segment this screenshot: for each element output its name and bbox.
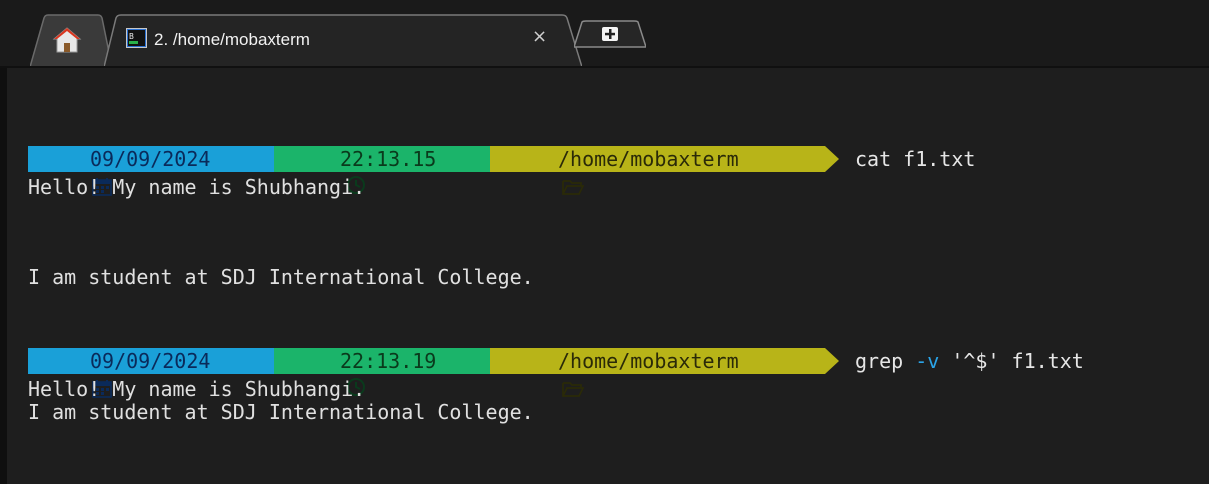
clock-icon bbox=[298, 351, 366, 396]
command-text: grep -v '^$' f1.txt bbox=[855, 348, 1084, 374]
clock-icon bbox=[298, 149, 366, 194]
output-line: Hello! My name is Shubhangi. bbox=[28, 175, 366, 199]
terminal-left-edge bbox=[0, 68, 7, 484]
output-line: I am student at SDJ International Colleg… bbox=[28, 400, 534, 424]
prompt-path: /home/mobaxterm bbox=[558, 349, 739, 373]
home-tab[interactable] bbox=[30, 14, 112, 67]
new-tab-button[interactable] bbox=[574, 20, 646, 48]
command-args: '^$' f1.txt bbox=[939, 349, 1084, 373]
tab-bar: B 2. /home/mobaxterm × bbox=[0, 0, 1209, 68]
tab-session-2[interactable]: B 2. /home/mobaxterm × bbox=[104, 14, 582, 67]
prompt-path: /home/mobaxterm bbox=[558, 147, 739, 171]
prompt-date: 09/09/2024 bbox=[90, 349, 211, 373]
calendar-icon bbox=[44, 352, 112, 398]
prompt-line: 09/09/2024 22:13.19 /home/mobaxterm grep… bbox=[28, 348, 1084, 398]
output-line: Hello! My name is Shubhangi. bbox=[28, 377, 366, 401]
segment-arrow bbox=[825, 348, 839, 374]
command-flag: -v bbox=[915, 349, 940, 373]
command-text: cat f1.txt bbox=[855, 147, 976, 171]
prompt-date: 09/09/2024 bbox=[90, 147, 211, 171]
command-name: grep bbox=[855, 349, 916, 373]
prompt-time: 22:13.15 bbox=[340, 147, 437, 171]
folder-icon bbox=[514, 352, 585, 397]
prompt-time: 22:13.19 bbox=[340, 349, 437, 373]
calendar-icon bbox=[44, 150, 112, 196]
folder-icon bbox=[514, 150, 585, 195]
svg-text:B: B bbox=[129, 32, 134, 41]
terminal-icon: B bbox=[126, 28, 147, 48]
segment-arrow bbox=[825, 146, 839, 172]
plus-icon bbox=[601, 26, 619, 42]
prompt-line: 09/09/2024 22:13.15 /home/mobaxterm cat … bbox=[28, 146, 975, 196]
close-icon[interactable]: × bbox=[532, 27, 547, 47]
home-icon bbox=[52, 26, 82, 54]
tab-title: 2. /home/mobaxterm bbox=[154, 30, 310, 49]
output-line: I am student at SDJ International Colleg… bbox=[28, 265, 534, 289]
